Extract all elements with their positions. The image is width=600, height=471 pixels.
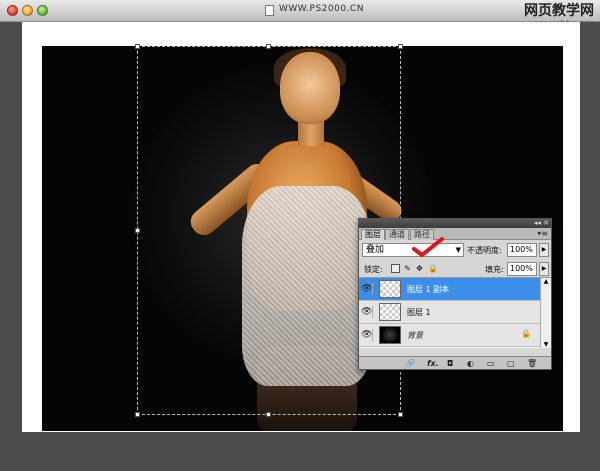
tab-channels[interactable]: 通道 <box>385 229 409 240</box>
lock-icon: 🔒 <box>521 329 531 338</box>
tab-layers[interactable]: 图层 <box>361 229 385 240</box>
eye-icon[interactable]: 👁 <box>361 329 373 341</box>
layers-list: 👁 图层 1 副本 👁 图层 1 👁 背景 🔒 ▲ ▼ <box>359 278 551 348</box>
transform-handle-tr[interactable] <box>398 44 403 49</box>
layer-thumbnail <box>379 326 401 344</box>
fill-input[interactable]: 100% <box>507 262 537 276</box>
close-icon[interactable] <box>7 5 18 16</box>
lock-icon[interactable]: 🔒 <box>428 264 438 273</box>
opacity-slider-button[interactable]: ▶ <box>539 243 549 257</box>
panel-footer: 🔗 fx. ◘ ◐ ▭ ▢ 🗑 <box>359 356 551 369</box>
layer-name: 图层 1 副本 <box>407 285 450 294</box>
lock-transparency-icon[interactable] <box>391 264 400 273</box>
watermark-main: 网页教学网 <box>524 3 594 19</box>
folder-icon[interactable]: ▭ <box>487 359 495 368</box>
fill-slider-button[interactable]: ▶ <box>539 262 549 276</box>
panel-menu-icon[interactable]: ▾≡ <box>537 229 548 239</box>
document-icon <box>265 5 274 16</box>
mask-icon[interactable]: ◘ <box>447 359 453 368</box>
lock-row: 锁定: ✎ ✥ 🔒 填充: 100% ▶ <box>359 260 551 278</box>
opacity-label: 不透明度: <box>467 246 502 255</box>
panel-header[interactable]: ◂◂ ✕ <box>359 219 551 228</box>
blend-mode-value: 叠加 <box>366 245 385 255</box>
transform-handle-tl[interactable] <box>135 44 140 49</box>
blend-row: 叠加 ▼ 不透明度: 100% ▶ <box>359 237 551 260</box>
layer-name: 背景 <box>407 331 423 340</box>
link-icon[interactable]: 🔗 <box>405 359 415 368</box>
photoshop-window: WWW.PS2000.CN 网页教学网 www.webjx.com ✧ ◂◂ ✕… <box>0 0 600 471</box>
minimize-icon[interactable] <box>22 5 33 16</box>
new-layer-icon[interactable]: ▢ <box>507 359 515 368</box>
layer-row-1[interactable]: 👁 图层 1 <box>359 301 541 324</box>
scroll-up-icon[interactable]: ▲ <box>541 278 551 285</box>
close-icon[interactable]: ✕ <box>543 219 549 228</box>
layer-row-background[interactable]: 👁 背景 🔒 <box>359 324 541 347</box>
layer-thumbnail <box>379 280 401 298</box>
move-icon[interactable]: ✥ <box>415 264 424 273</box>
layers-panel: ◂◂ ✕ 图层 通道 路径 ▾≡ 叠加 ▼ 不透明度: 100% ▶ 锁定: ✎… <box>358 218 552 370</box>
transform-handle-bl[interactable] <box>135 412 140 417</box>
layers-scrollbar[interactable]: ▲ ▼ <box>540 278 551 348</box>
brush-icon[interactable]: ✎ <box>403 264 412 273</box>
title-bar[interactable]: WWW.PS2000.CN 网页教学网 www.webjx.com <box>0 0 600 28</box>
red-checkmark-annotation <box>412 237 444 257</box>
transform-handle-tm[interactable] <box>266 44 271 49</box>
adjustment-icon[interactable]: ◐ <box>467 359 474 368</box>
transform-handle-ml[interactable] <box>135 228 140 233</box>
transform-handle-br[interactable] <box>398 412 403 417</box>
maximize-icon[interactable] <box>37 5 48 16</box>
collapse-icon[interactable]: ◂◂ <box>534 219 541 228</box>
opacity-input[interactable]: 100% <box>507 243 537 257</box>
layer-row-copy[interactable]: 👁 图层 1 副本 <box>359 278 541 301</box>
layer-thumbnail <box>379 303 401 321</box>
chevron-down-icon: ▼ <box>455 246 461 254</box>
fx-icon[interactable]: fx. <box>427 359 439 368</box>
trash-icon[interactable]: 🗑 <box>527 359 537 368</box>
panel-tabs: 图层 通道 路径 ▾≡ <box>359 228 551 240</box>
lock-label: 锁定: <box>364 265 383 274</box>
fill-label: 填充: <box>485 265 504 274</box>
layer-name: 图层 1 <box>407 308 431 317</box>
eye-icon[interactable]: 👁 <box>361 283 373 295</box>
transform-handle-bm[interactable] <box>266 412 271 417</box>
scroll-down-icon[interactable]: ▼ <box>541 341 551 348</box>
eye-icon[interactable]: 👁 <box>361 306 373 318</box>
window-title: WWW.PS2000.CN <box>279 4 364 14</box>
pivot-icon[interactable]: ✧ <box>265 227 274 240</box>
